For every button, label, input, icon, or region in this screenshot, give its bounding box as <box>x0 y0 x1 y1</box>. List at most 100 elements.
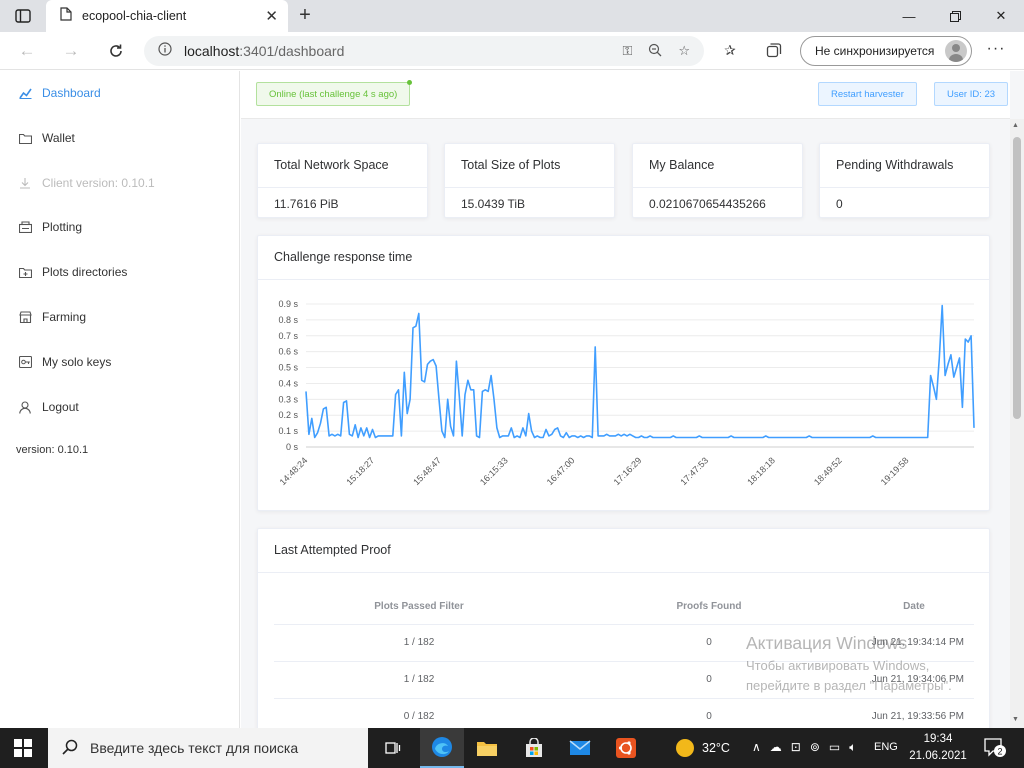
address-bar[interactable]: localhost:3401/dashboard ⚿ ☆ <box>144 36 704 66</box>
more-menu-icon[interactable]: ··· <box>984 40 1008 62</box>
status-badge: Online (last challenge 4 s ago) <box>256 80 413 106</box>
table-cell: 1 / 182 <box>274 624 564 662</box>
scroll-down-icon[interactable]: ▼ <box>1012 716 1019 723</box>
collections-icon[interactable] <box>764 42 784 60</box>
chart-card: Challenge response time 0 s 0.1 s 0.2 s 0.3… <box>257 235 990 511</box>
app-tray-icon[interactable]: ⊚ <box>810 740 820 755</box>
new-tab-icon[interactable]: + <box>294 5 316 27</box>
download-icon <box>18 176 32 190</box>
stat-label: My Balance <box>633 144 802 188</box>
chevron-up-icon[interactable]: ∧ <box>752 740 761 755</box>
language-indicator[interactable]: ENG <box>874 741 898 753</box>
clock[interactable]: 19:34 21.06.2021 <box>906 731 970 765</box>
x-tick-label: 19:19:58 <box>879 455 911 487</box>
x-tick-label: 15:18:27 <box>344 455 376 487</box>
browser-tab-active[interactable]: ecopool-chia-client ✕ <box>46 0 288 32</box>
taskbar-search[interactable]: Введите здесь текст для поиска <box>48 728 368 768</box>
table-cell: Jun 21, 19:33:56 PM <box>854 698 974 728</box>
back-icon[interactable]: ← <box>16 40 38 62</box>
y-tick-label: 0 s <box>286 442 299 452</box>
y-tick-label: 0.7 s <box>278 331 298 341</box>
close-tab-icon[interactable]: ✕ <box>265 7 278 25</box>
battery-icon[interactable]: ▭ <box>829 740 840 755</box>
stat-label: Pending Withdrawals <box>820 144 989 188</box>
minimize-icon[interactable]: — <box>886 0 932 32</box>
sidebar-item-client-version: Client version: 0.10.1 <box>18 173 155 193</box>
stat-label: Total Size of Plots <box>445 144 614 188</box>
reload-icon[interactable] <box>105 40 127 62</box>
tab-actions-icon[interactable] <box>12 6 34 26</box>
x-tick-label: 16:15:33 <box>478 455 510 487</box>
page-scrollbar[interactable]: ▲ ▼ <box>1010 119 1024 728</box>
volume-icon[interactable]: 🔈︎ <box>849 740 856 755</box>
x-tick-label: 14:48:24 <box>278 455 310 487</box>
sidebar-item-my-solo-keys[interactable]: My solo keys <box>18 352 111 372</box>
tab-title: ecopool-chia-client <box>82 9 187 23</box>
sun-icon <box>676 739 694 757</box>
app-version: version: 0.10.1 <box>16 444 89 456</box>
scroll-up-icon[interactable]: ▲ <box>1012 122 1019 129</box>
add-favorite-icon[interactable]: ☆ <box>678 43 690 60</box>
shop-icon <box>18 310 32 324</box>
scrollbar-thumb[interactable] <box>1013 137 1021 419</box>
mail-icon[interactable] <box>558 728 602 768</box>
table-cell: 0 <box>564 698 854 728</box>
y-tick-label: 0.5 s <box>278 363 298 373</box>
restore-icon[interactable] <box>932 0 978 32</box>
favorites-icon[interactable]: ✰ <box>720 42 740 60</box>
key-icon[interactable]: ⚿ <box>622 43 632 60</box>
profile-sync-button[interactable]: Не синхронизируется <box>800 36 972 66</box>
svg-text:2: 2 <box>997 747 1002 757</box>
file-explorer-icon[interactable] <box>465 728 509 768</box>
stat-card-network-space: Total Network Space 11.7616 PiB <box>257 143 428 218</box>
forward-icon[interactable]: → <box>60 40 82 62</box>
browser-tab-strip: ecopool-chia-client ✕ + — ✕ <box>0 0 1024 32</box>
restart-harvester-button[interactable]: Restart harvester <box>818 82 917 106</box>
sidebar: Dashboard Wallet Client version: 0.10.1 … <box>0 71 240 728</box>
dashboard-header: Online (last challenge 4 s ago) Restart … <box>241 71 1010 119</box>
table-cell: 1 / 182 <box>274 661 564 699</box>
info-icon[interactable] <box>158 41 172 61</box>
user-id-button[interactable]: User ID: 23 <box>934 82 1009 106</box>
browser-toolbar: ← → localhost:3401/dashboard ⚿ ☆ ✰ Не си… <box>0 32 1024 70</box>
sidebar-item-plotting[interactable]: Plotting <box>18 217 82 237</box>
sidebar-item-logout[interactable]: Logout <box>18 397 79 417</box>
notifications-icon[interactable]: 2 <box>984 738 1006 758</box>
cloud-icon[interactable]: ☁ <box>770 740 782 755</box>
stat-card-size-of-plots: Total Size of Plots 15.0439 TiB <box>444 143 615 218</box>
activation-watermark: Активация Windows Чтобы активировать Win… <box>746 633 952 693</box>
series-line <box>305 304 975 439</box>
network-icon[interactable]: ⊡ <box>791 740 801 755</box>
sidebar-item-plots-directories[interactable]: Plots directories <box>18 262 127 282</box>
chart-card-title: Challenge response time <box>258 236 989 280</box>
stat-card-balance: My Balance 0.0210670654435266 <box>632 143 803 218</box>
key-icon <box>18 355 32 369</box>
plotting-icon <box>18 220 32 234</box>
y-tick-label: 0.6 s <box>278 347 298 357</box>
sidebar-item-farming[interactable]: Farming <box>18 307 86 327</box>
sidebar-item-wallet[interactable]: Wallet <box>18 128 75 148</box>
close-window-icon[interactable]: ✕ <box>978 0 1024 32</box>
folder-icon <box>18 131 32 145</box>
weather-widget[interactable]: 32°C <box>676 728 730 768</box>
stat-label: Total Network Space <box>258 144 427 188</box>
stat-value: 0 <box>836 197 843 211</box>
windows-taskbar: Введите здесь текст для поиска 32°C ∧ ☁ … <box>0 728 1024 768</box>
chart-icon <box>18 86 32 100</box>
table-row: 0 / 182 0 Jun 21, 19:33:56 PM <box>274 698 974 728</box>
store-icon[interactable] <box>512 728 556 768</box>
url-text: localhost:3401/dashboard <box>184 43 345 59</box>
online-dot <box>407 80 413 85</box>
stat-card-pending-withdrawals: Pending Withdrawals 0 <box>819 143 990 218</box>
start-icon[interactable] <box>14 739 32 757</box>
zoom-icon[interactable] <box>648 43 662 60</box>
x-tick-label: 17:47:53 <box>678 455 710 487</box>
edge-icon[interactable] <box>420 728 464 768</box>
search-icon <box>62 739 78 758</box>
task-view-icon[interactable] <box>370 728 414 768</box>
sidebar-item-dashboard[interactable]: Dashboard <box>18 83 101 103</box>
stat-value: 11.7616 PiB <box>274 197 339 211</box>
ubuntu-icon[interactable] <box>604 728 648 768</box>
x-tick-label: 15:48:47 <box>411 455 443 487</box>
y-tick-label: 0.4 s <box>278 378 298 388</box>
